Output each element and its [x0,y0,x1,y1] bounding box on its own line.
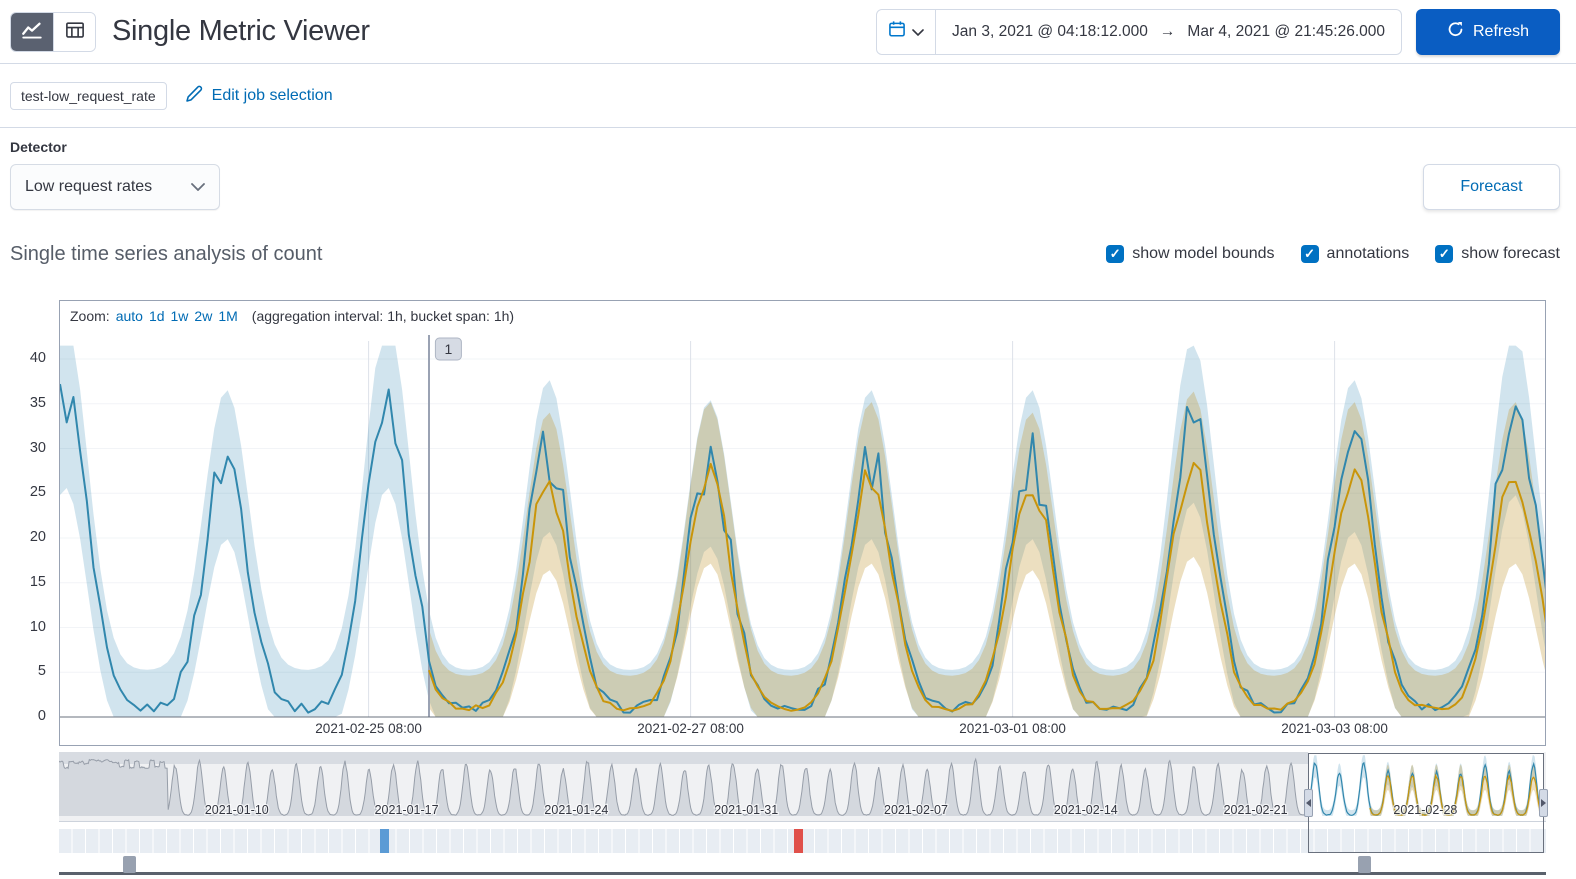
y-tick-label: 35 [29,394,46,411]
forecast-bounds-area [429,391,1545,717]
zoom-1d-link[interactable]: 1d [149,308,165,324]
edit-job-selection-link[interactable]: Edit job selection [185,85,333,108]
quick-select-button[interactable] [877,9,937,54]
job-badge[interactable]: test-low_request_rate [10,82,167,110]
show-forecast-label: show forecast [1461,245,1560,262]
brush-handle-right-arrow-icon [1540,799,1546,807]
y-tick-label: 15 [29,573,46,590]
context-tick-label: 2021-02-21 [1224,803,1288,817]
detector-selected-option: Low request rates [25,178,153,195]
checkbox-checked-icon: ✓ [1435,245,1454,263]
pencil-icon [185,85,203,108]
anomaly-marker-critical[interactable] [794,829,804,853]
y-tick-label: 40 [29,350,46,366]
context-tick-label: 2021-01-10 [205,803,269,817]
select-chevron-down-icon [191,178,205,196]
y-tick-label: 0 [37,708,46,724]
analysis-title: Single time series analysis of count [10,242,323,265]
start-date-button[interactable]: Jan 3, 2021 @ 04:18:12.000 [952,23,1148,41]
anomaly-marker-warning[interactable] [379,829,389,853]
page-header: Single Metric Viewer Jan 3, 2021 @ 04:18… [0,0,1576,64]
x-tick-label: 2021-02-25 08:00 [315,721,422,736]
zoom-bar: Zoom: auto 1d 1w 2w 1M (aggregation inte… [70,308,514,324]
bottom-divider [59,872,1546,875]
chart-view-button[interactable] [11,12,53,51]
zoom-1M-link[interactable]: 1M [218,308,237,324]
annotations-label: annotations [1326,245,1410,262]
brush-handle-left[interactable] [1304,789,1314,817]
calendar-icon [888,20,906,43]
context-tick-label: 2021-01-31 [714,803,778,817]
show-model-bounds-checkbox[interactable]: ✓ show model bounds [1106,245,1275,263]
date-range-display: Jan 3, 2021 @ 04:18:12.000 → Mar 4, 2021… [936,10,1401,54]
annotation-context-marker[interactable] [1358,856,1372,873]
x-tick-label: 2021-03-01 08:00 [959,721,1066,736]
zoom-auto-link[interactable]: auto [116,308,143,324]
table-icon [65,20,85,43]
brush-handle-right[interactable] [1538,789,1548,817]
context-tick-label: 2021-01-17 [375,803,439,817]
focus-chart-panel: 2021-02-25 08:00 2021-02-27 08:00 2021-03-… [59,300,1546,746]
focus-chart-svg[interactable]: 2021-02-25 08:00 2021-02-27 08:00 2021-03-… [60,301,1545,745]
focus-chart-y-axis: 0 5 10 15 20 25 30 35 40 [0,301,50,747]
page-title: Single Metric Viewer [112,15,370,47]
y-tick-label: 10 [29,618,46,635]
zoom-2w-link[interactable]: 2w [194,308,212,324]
show-model-bounds-label: show model bounds [1132,245,1275,262]
edit-job-selection-label: Edit job selection [211,87,333,104]
annotations-checkbox[interactable]: ✓ annotations [1300,245,1410,263]
date-range-picker: Jan 3, 2021 @ 04:18:12.000 → Mar 4, 2021… [876,8,1402,55]
y-tick-label: 25 [29,484,46,501]
brush-handle-left-arrow-icon [1306,799,1312,807]
end-date-button[interactable]: Mar 4, 2021 @ 21:45:26.000 [1187,23,1385,41]
refresh-button-label: Refresh [1472,22,1530,40]
detector-select[interactable]: Low request rates [10,164,220,210]
forecast-button[interactable]: Forecast [1423,164,1560,210]
table-view-button[interactable] [53,12,95,51]
x-tick-label: 2021-02-27 08:00 [637,721,744,736]
context-brush[interactable] [1304,753,1548,853]
y-tick-label: 5 [37,663,46,680]
chart-option-checkboxes: ✓ show model bounds ✓ annotations ✓ show… [1106,245,1560,263]
y-tick-label: 20 [29,529,46,545]
x-tick-label: 2021-03-03 08:00 [1281,721,1388,736]
refresh-icon [1447,21,1464,43]
job-selection-bar: test-low_request_rate Edit job selection [0,65,1576,128]
show-forecast-checkbox[interactable]: ✓ show forecast [1435,245,1560,263]
date-range-arrow-icon: → [1159,22,1176,40]
checkbox-checked-icon: ✓ [1106,245,1125,263]
chevron-down-icon [912,23,924,41]
zoom-label: Zoom: [70,308,110,324]
checkbox-checked-icon: ✓ [1300,245,1319,263]
context-tick-label: 2021-02-07 [884,803,948,817]
y-tick-label: 30 [29,439,46,456]
annotation-badge-label: 1 [445,341,453,357]
aggregation-info: (aggregation interval: 1h, bucket span: … [251,308,515,324]
refresh-button[interactable]: Refresh [1416,8,1560,55]
detector-label: Detector [10,139,67,155]
context-tick-label: 2021-02-14 [1054,803,1118,817]
analysis-header: Single time series analysis of count ✓ s… [10,232,1560,276]
annotation-context-marker[interactable] [123,856,137,873]
zoom-1w-link[interactable]: 1w [171,308,189,324]
line-chart-icon [22,20,42,43]
view-toggle-group [10,11,96,52]
context-tick-label: 2021-01-24 [544,803,608,817]
